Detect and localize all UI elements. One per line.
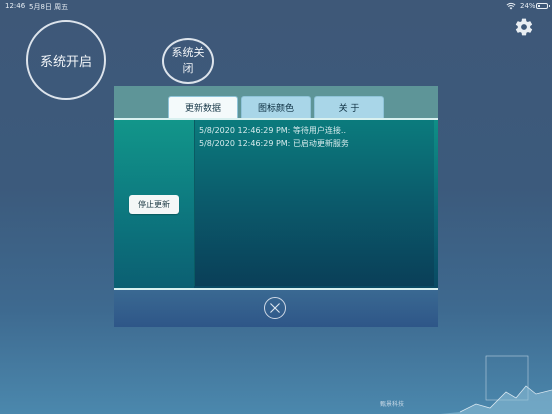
battery-percent: 24% — [520, 2, 536, 10]
battery-level-fill — [538, 5, 541, 7]
system-start-button[interactable]: 系统开启 — [26, 20, 106, 100]
status-date: 5月8日 周五 — [29, 3, 69, 11]
log-line: 5/8/2020 12:46:29 PM: 已启动更新服务 — [199, 139, 349, 148]
mountain-icon — [440, 355, 552, 414]
log-view[interactable]: 5/8/2020 12:46:29 PM: 等待用户连接.. 5/8/2020 … — [194, 120, 434, 286]
tab-about[interactable]: 关 于 — [314, 96, 384, 118]
close-icon[interactable] — [264, 297, 286, 319]
wifi-icon — [506, 2, 516, 10]
stop-update-button[interactable]: 停止更新 — [129, 195, 179, 214]
system-stop-button[interactable]: 系统关闭 — [162, 38, 214, 84]
tab-update-data[interactable]: 更新数据 — [168, 96, 238, 118]
tab-bar: 更新数据 图标颜色 关 于 — [168, 96, 384, 118]
status-time: 12:46 — [5, 2, 26, 10]
gear-icon[interactable] — [514, 17, 534, 37]
battery-icon — [536, 3, 550, 9]
log-line: 5/8/2020 12:46:29 PM: 等待用户连接.. — [199, 126, 346, 135]
brand-label: 甄景科技 — [380, 401, 405, 408]
tab-icon-color[interactable]: 图标颜色 — [241, 96, 311, 118]
status-bar: 12:46 5月8日 周五 24% — [0, 0, 552, 14]
